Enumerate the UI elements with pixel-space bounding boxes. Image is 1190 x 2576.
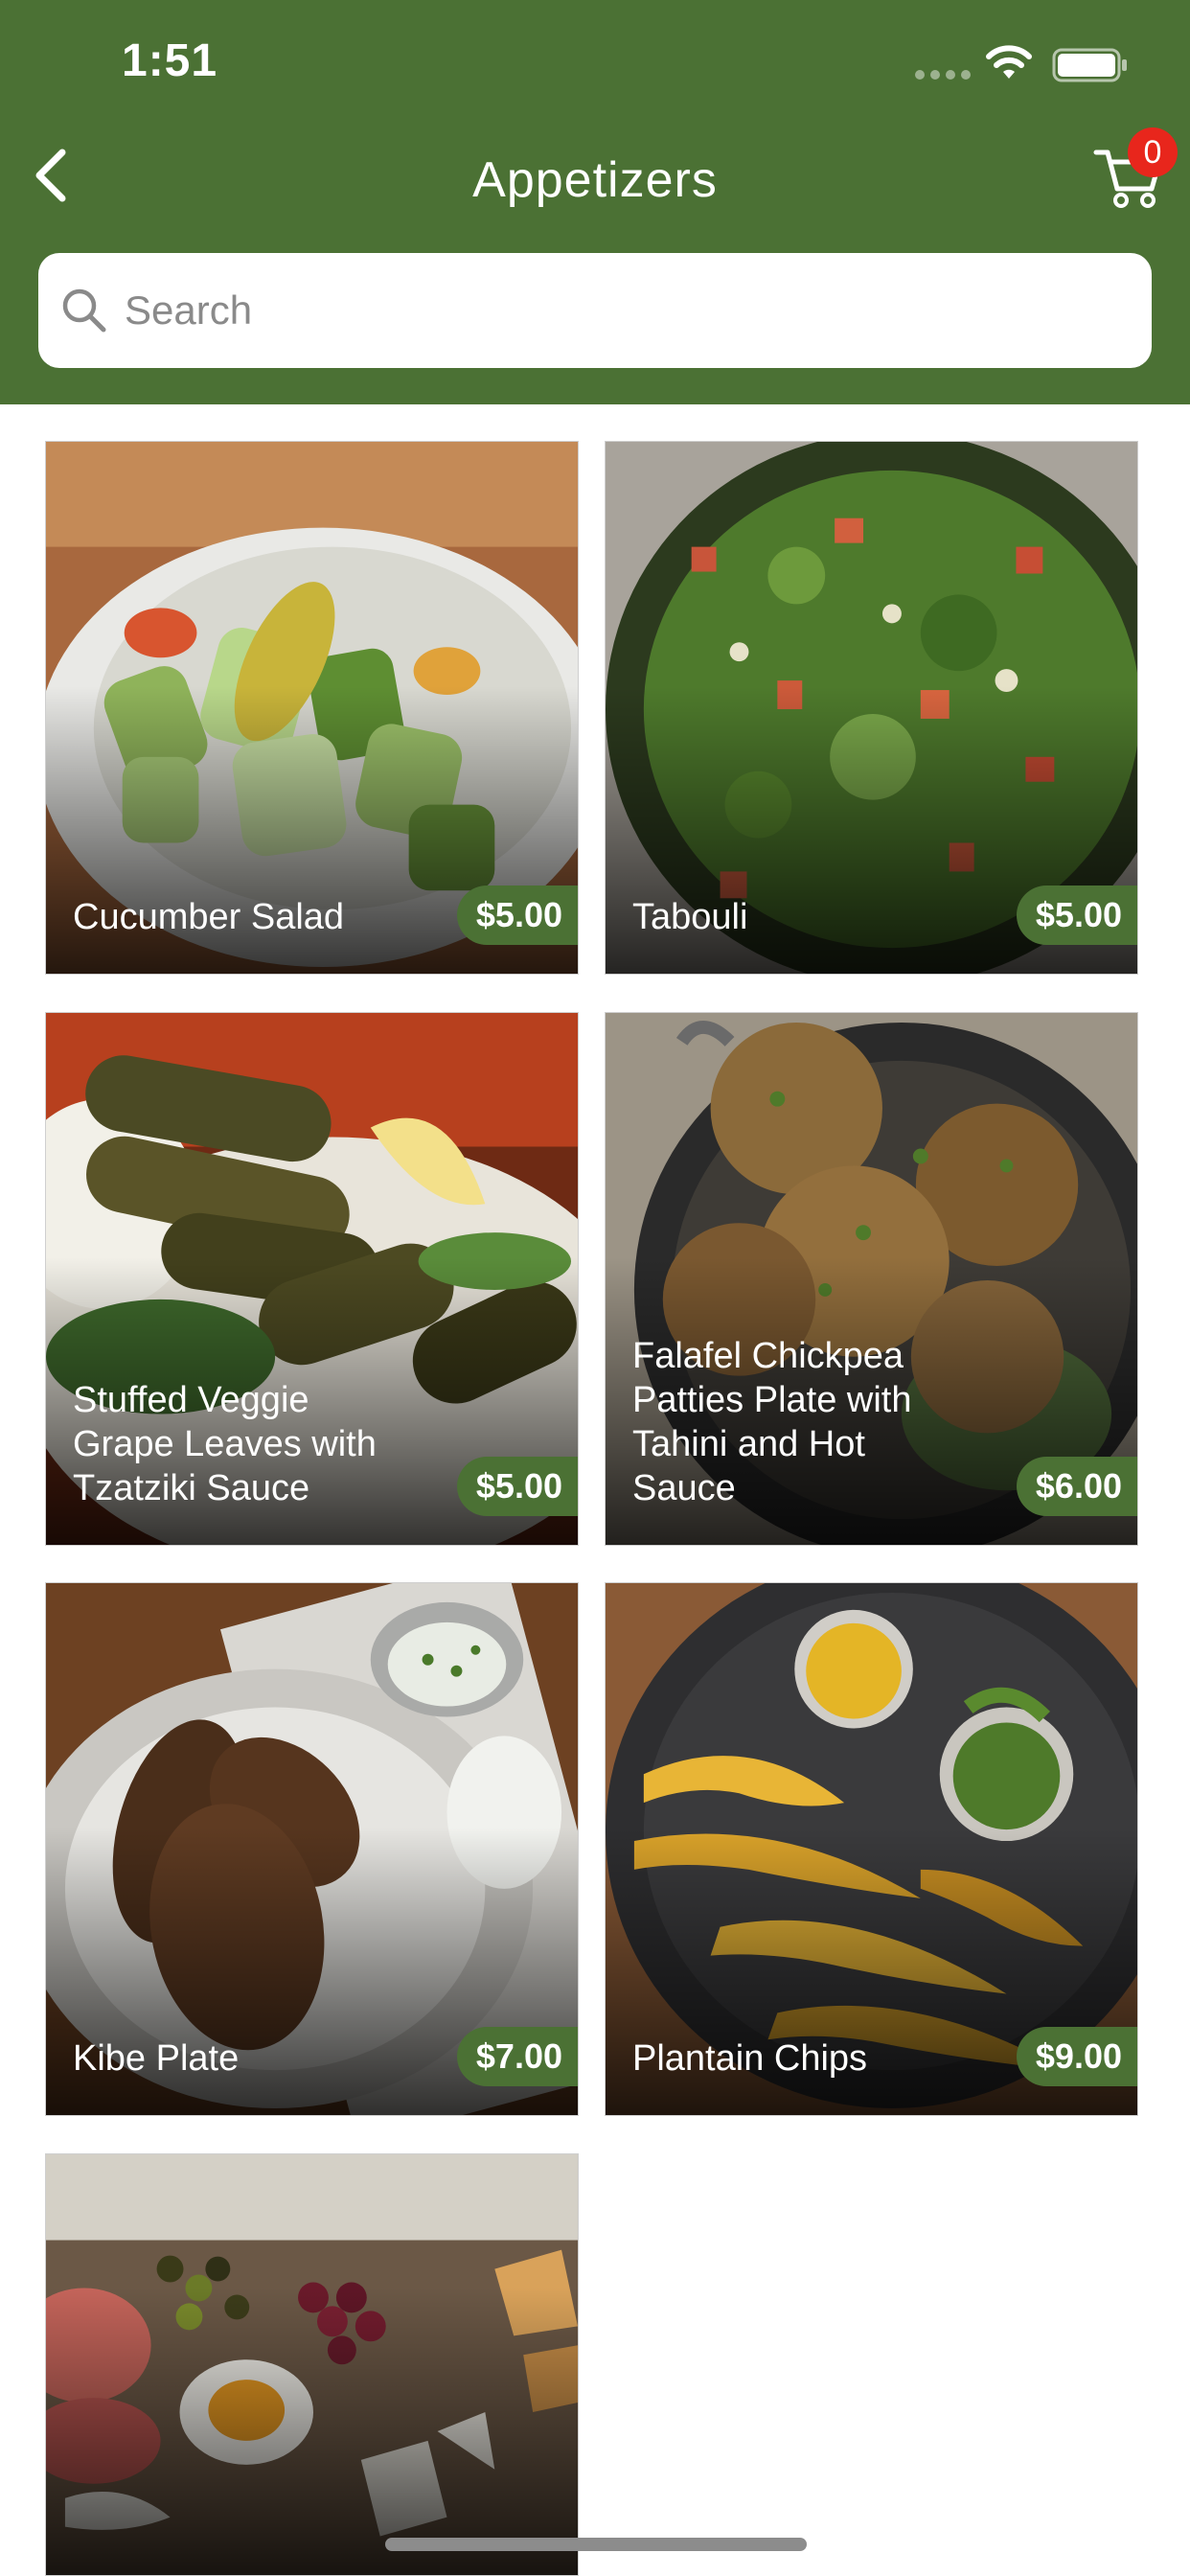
item-price-badge: $6.00	[1016, 1457, 1137, 1516]
item-name: Kibe Plate	[73, 2038, 240, 2079]
item-price-badge: $5.00	[1016, 886, 1137, 945]
menu-item-card[interactable]	[45, 2153, 579, 2576]
search-placeholder: Search	[125, 288, 253, 333]
menu-item-card[interactable]: Kibe Plate $7.00	[45, 1582, 579, 2116]
item-name: Plantain Chips	[632, 2038, 868, 2079]
item-name: Stuffed Veggie Grape Leaves with Tzatzik…	[73, 1380, 377, 1508]
battery-icon	[1052, 48, 1127, 82]
status-time: 1:51	[122, 35, 218, 86]
wifi-icon	[986, 45, 1032, 79]
search-icon	[62, 288, 106, 333]
appetizers-screen: 1:51 Appetizers 0 Search Cucumber Salad …	[0, 0, 1190, 2576]
cart-count-badge: 0	[1128, 127, 1178, 177]
search-input[interactable]: Search	[38, 253, 1152, 368]
card-gradient	[46, 2288, 578, 2575]
menu-item-card[interactable]: Plantain Chips $9.00	[605, 1582, 1138, 2116]
item-name: Cucumber Salad	[73, 897, 345, 937]
item-price-badge: $5.00	[456, 1457, 578, 1516]
menu-item-card[interactable]: Stuffed Veggie Grape Leaves with Tzatzik…	[45, 1012, 579, 1546]
menu-item-card[interactable]: Cucumber Salad $5.00	[45, 441, 579, 975]
item-price-badge: $7.00	[456, 2027, 578, 2086]
item-price-badge: $9.00	[1016, 2027, 1137, 2086]
menu-item-card[interactable]: Tabouli $5.00	[605, 441, 1138, 975]
item-name: Falafel Chickpea Patties Plate with Tahi…	[632, 1336, 912, 1508]
item-name: Tabouli	[632, 897, 748, 937]
menu-item-card[interactable]: Falafel Chickpea Patties Plate with Tahi…	[605, 1012, 1138, 1546]
header: 1:51 Appetizers 0 Search	[0, 0, 1190, 404]
home-indicator[interactable]	[385, 2538, 807, 2551]
item-price-badge: $5.00	[456, 886, 578, 945]
signal-icon	[915, 70, 973, 81]
page-title: Appetizers	[472, 152, 718, 208]
